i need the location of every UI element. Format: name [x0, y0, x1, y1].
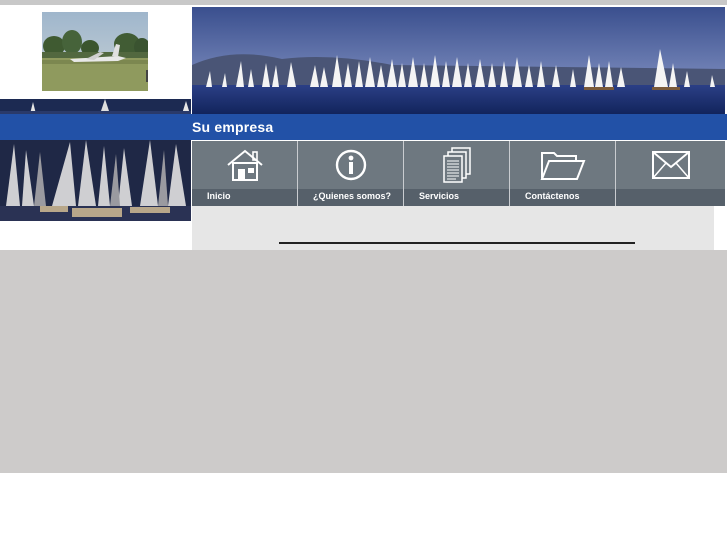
nav-item-inicio[interactable]: Inicio	[192, 141, 297, 206]
nav-item-servicios[interactable]: Servicios	[404, 141, 509, 206]
house-icon	[192, 141, 297, 189]
title-bar	[0, 114, 727, 140]
page-body	[0, 250, 727, 473]
envelope-icon	[616, 141, 725, 189]
horizontal-rule	[279, 242, 635, 244]
logo-airplane-image	[42, 12, 148, 91]
nav-label-quienes-somos: ¿Quienes somos?	[313, 191, 392, 201]
logo-area	[0, 5, 191, 99]
info-icon	[298, 141, 403, 189]
nav-item-email[interactable]	[616, 141, 725, 206]
nav-label-bar	[616, 189, 725, 206]
left-spacer	[0, 221, 191, 250]
nav-label-servicios: Servicios	[419, 191, 460, 201]
header-strip-image	[0, 99, 191, 114]
nav-item-contactenos[interactable]: Contáctenos	[510, 141, 615, 206]
main-navigation: Inicio ¿Quienes somos? Servicios Contáct…	[192, 141, 725, 206]
nav-label-inicio: Inicio	[207, 191, 231, 201]
company-name: Su empresa	[192, 119, 274, 135]
folder-icon	[510, 141, 615, 189]
documents-icon	[404, 141, 509, 189]
sailboats-photo	[0, 140, 191, 221]
nav-item-quienes-somos[interactable]: ¿Quienes somos?	[298, 141, 403, 206]
nav-label-contactenos: Contáctenos	[525, 191, 580, 201]
header-banner-image	[192, 7, 725, 114]
